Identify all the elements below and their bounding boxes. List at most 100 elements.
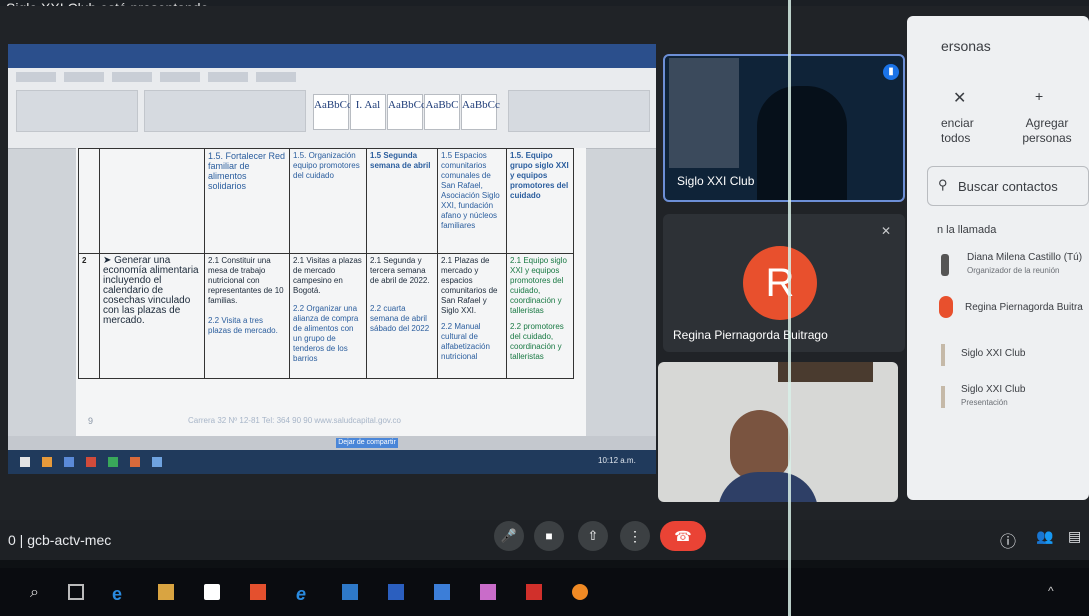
responsible-text: 2.1 Equipo siglo XXI y equipos promotore…: [510, 256, 567, 315]
activity-cell: 1.5. Organización equipo promotores del …: [289, 148, 367, 254]
style-heading[interactable]: I. Aal: [350, 94, 386, 130]
date-cell: 2.1 Segunda y tercera semana de abril de…: [366, 253, 438, 379]
end-call-button[interactable]: ☎: [660, 521, 706, 551]
office-icon[interactable]: [250, 584, 266, 600]
screen-glare-line: [788, 0, 791, 616]
row-number: [78, 148, 100, 254]
ie-icon[interactable]: e: [296, 584, 312, 604]
style-heading2[interactable]: AaBbCc: [461, 94, 500, 130]
speaking-indicator-icon: ▮: [883, 64, 899, 80]
app-icon[interactable]: [64, 457, 74, 467]
add-person-icon[interactable]: +: [1035, 88, 1043, 104]
ribbon-tab[interactable]: [256, 72, 296, 82]
objective-cell: [99, 148, 205, 254]
acrobat-icon[interactable]: [526, 584, 542, 600]
start-icon[interactable]: [20, 457, 30, 467]
date-text: 2.1 Segunda y tercera semana de abril de…: [370, 256, 430, 285]
participant-name: Siglo XXI Club: [677, 174, 755, 188]
style-title[interactable]: AaBbC: [424, 94, 460, 130]
video-tile-siglo[interactable]: ▮ Siglo XXI Club: [663, 54, 905, 202]
firefox-icon[interactable]: [572, 584, 588, 600]
app-icon[interactable]: [108, 457, 118, 467]
activity-cell: 2.1 Visitas a plazas de mercado campesin…: [289, 253, 367, 379]
place-text: 2.1 Plazas de mercado y espacios comunit…: [441, 256, 498, 315]
app-icon[interactable]: [86, 457, 96, 467]
participant-name[interactable]: Diana Milena Castillo (Tú): [967, 252, 1082, 263]
task-view-icon[interactable]: [68, 584, 84, 600]
ribbon-tab[interactable]: [208, 72, 248, 82]
action-cell: 1.5. Fortalecer Red familiar de alimento…: [204, 148, 290, 254]
action-text: 2.1 Constituir una mesa de trabajo nutri…: [208, 256, 284, 305]
separator: 0 |: [8, 532, 28, 548]
background-object: [778, 362, 873, 382]
avatar: [941, 344, 945, 366]
activity-text: 2.1 Visitas a plazas de mercado campesin…: [293, 256, 362, 295]
microphone-button[interactable]: 🎤: [494, 521, 524, 551]
ribbon-tab[interactable]: [64, 72, 104, 82]
paragraph-group[interactable]: [144, 90, 306, 132]
app-icon[interactable]: [152, 457, 162, 467]
shoulders: [718, 472, 818, 502]
shared-screen: AaBbCcl I. Aal AaBbCc AaBbC AaBbCc 1.5. …: [8, 44, 656, 474]
style-normal[interactable]: AaBbCcl: [313, 94, 355, 130]
search-placeholder: Buscar contactos: [958, 179, 1058, 194]
camera-button[interactable]: ■: [534, 521, 564, 551]
mute-all-icon[interactable]: ✕: [953, 88, 966, 108]
participant-name[interactable]: Siglo XXI Club: [961, 348, 1025, 359]
app-icon[interactable]: [480, 584, 496, 600]
app-icon[interactable]: [434, 584, 450, 600]
camera-window: [669, 58, 739, 168]
editing-group[interactable]: [508, 90, 650, 132]
mic-off-icon: ✕: [881, 224, 892, 238]
word-ribbon: AaBbCcl I. Aal AaBbCc AaBbC AaBbCc: [8, 68, 656, 149]
meeting-code-text: gcb-actv-mec: [27, 532, 112, 548]
participant-role: Organizador de la reunión: [967, 266, 1060, 275]
search-icon[interactable]: ⌕: [30, 584, 46, 601]
participant-name[interactable]: Siglo XXI Club: [961, 384, 1025, 395]
place-text: 2.2 Manual cultural de alfabetización nu…: [441, 322, 490, 361]
add-people-button[interactable]: Agregar personas: [1015, 116, 1079, 146]
font-group[interactable]: [16, 90, 138, 132]
search-icon: ⚲: [938, 177, 948, 192]
app-icon[interactable]: [130, 457, 140, 467]
participant-name[interactable]: Regina Piernagorda Buitra: [965, 302, 1083, 313]
place-cell: 1.5 Espacios comunitarios comunales de S…: [437, 148, 507, 254]
app-icon[interactable]: [42, 457, 52, 467]
in-call-heading: n la llamada: [937, 224, 997, 236]
people-icon[interactable]: 👥: [1036, 528, 1053, 545]
face: [730, 410, 790, 480]
avatar: R: [743, 246, 817, 320]
search-field[interactable]: ⚲ Buscar contactos: [927, 166, 1089, 206]
date-cell: 1.5 Segunda semana de abril: [366, 148, 438, 254]
stop-sharing-button[interactable]: Dejar de compartir: [336, 438, 398, 448]
mute-all-button[interactable]: enciar todos: [941, 116, 1001, 146]
info-icon[interactable]: ⓘ: [1000, 528, 1016, 552]
edge-icon[interactable]: e: [112, 584, 128, 604]
video-tile-self[interactable]: [658, 362, 898, 502]
objective-cell: ➤ Generar una economía alimentaria inclu…: [99, 253, 205, 379]
present-button[interactable]: ⇧: [578, 521, 608, 551]
table-row: 1.5. Fortalecer Red familiar de alimento…: [78, 148, 574, 254]
tray-chevron-icon[interactable]: ^: [1048, 584, 1064, 600]
ribbon-tab[interactable]: [112, 72, 152, 82]
plan-table: 1.5. Fortalecer Red familiar de alimento…: [78, 148, 574, 379]
ribbon-tab[interactable]: [160, 72, 200, 82]
ribbon-tab[interactable]: [16, 72, 56, 82]
chat-icon[interactable]: ▤: [1068, 528, 1081, 545]
more-options-button[interactable]: ⋮: [620, 521, 650, 551]
store-icon[interactable]: [204, 584, 220, 600]
avatar: [941, 254, 949, 276]
shared-clock: 10:12 a.m.: [598, 456, 636, 465]
file-explorer-icon[interactable]: [158, 584, 174, 600]
shared-taskbar: 10:12 a.m.: [8, 450, 656, 474]
responsible-cell: 2.1 Equipo siglo XXI y equipos promotore…: [506, 253, 574, 379]
style-subtitle[interactable]: AaBbCc: [387, 94, 426, 130]
mail-icon[interactable]: [342, 584, 358, 600]
word-icon[interactable]: [388, 584, 404, 600]
action-cell: 2.1 Constituir una mesa de trabajo nutri…: [204, 253, 290, 379]
people-panel: ersonas ✕ + enciar todos Agregar persona…: [907, 16, 1089, 500]
video-tile-regina[interactable]: R ✕ Regina Piernagorda Buitrago: [663, 214, 905, 352]
document-footer: Carrera 32 Nº 12-81 Tel: 364 90 90 www.s…: [188, 416, 401, 425]
panel-title: ersonas: [941, 38, 991, 54]
person-silhouette: [757, 86, 847, 200]
